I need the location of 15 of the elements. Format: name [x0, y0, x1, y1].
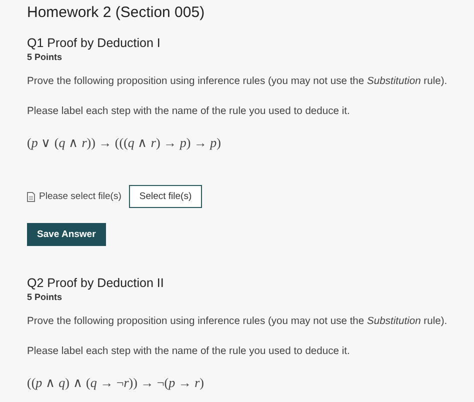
document-icon [27, 192, 35, 202]
save-answer-button[interactable]: Save Answer [27, 223, 106, 246]
question-text: Prove the following proposition using inference rules (you may not use the Substitution rule). [27, 75, 448, 88]
question-heading: Q2 Proof by Deduction II [27, 276, 165, 291]
formula-text: (p ∨ (q ∧ r)) → (((q ∧ r) → p) → p) [27, 135, 222, 151]
question-text: Prove the following proposition using inference rules (you may not use the Substitution rule). [27, 315, 448, 328]
points-label: 5 Points [27, 291, 64, 303]
formula-text: ((p ∧ q) ∧ (q → ¬r)) → ¬(p → r) [27, 375, 205, 391]
question-heading: Q1 Proof by Deduction I [27, 36, 162, 51]
question-text: Please label each step with the name of the rule you used to deduce it. [27, 345, 351, 358]
points-label: 5 Points [27, 51, 64, 63]
page-title: Homework 2 (Section 005) [27, 4, 206, 22]
file-status-text: Please select file(s) [39, 191, 122, 202]
question-text: Please label each step with the name of the rule you used to deduce it. [27, 105, 351, 118]
select-files-button[interactable]: Select file(s) [129, 185, 202, 208]
